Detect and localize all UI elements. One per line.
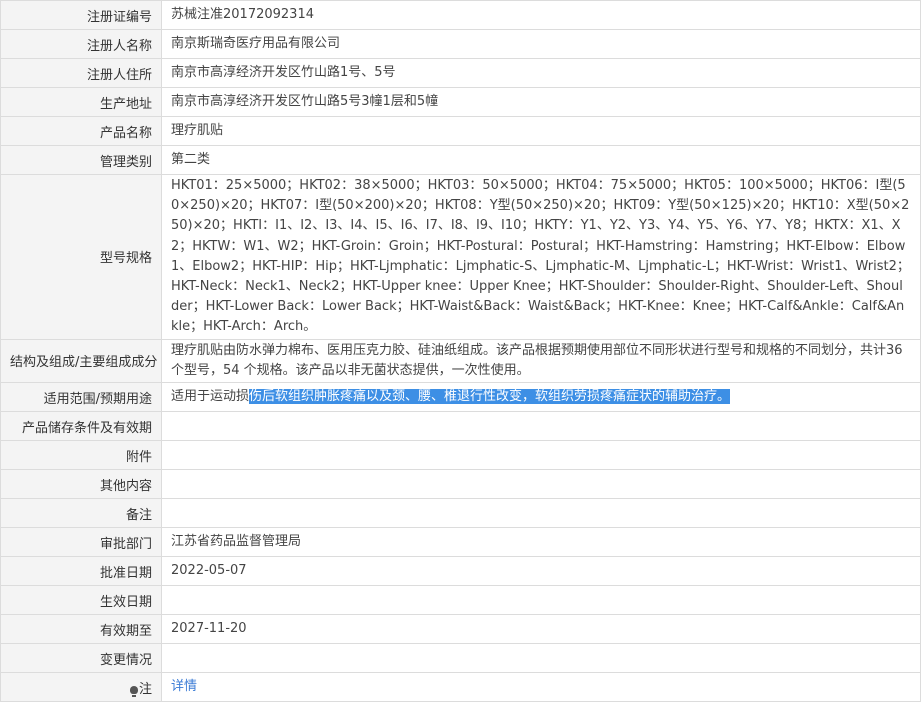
field-label: 附件 (0, 440, 162, 471)
row-other-content: 其他内容 (0, 469, 921, 500)
lightbulb-icon (129, 685, 138, 697)
row-intended-use: 适用范围/预期用途 适用于运动损伤后软组织肿胀疼痛以及颈、腰、椎退行性改变，软组… (0, 382, 921, 413)
field-value: 2027-11-20 (161, 614, 921, 645)
field-value: 南京市高淳经济开发区竹山路5号3幢1层和5幢 (161, 87, 921, 117)
field-value: 苏械注准20172092314 (161, 0, 921, 30)
row-valid-until: 有效期至 2027-11-20 (0, 614, 921, 645)
row-approval-date: 批准日期 2022-05-07 (0, 556, 921, 587)
field-value (161, 585, 921, 616)
note-label: 注 (138, 681, 152, 697)
field-label: 管理类别 (0, 145, 162, 175)
row-approval-department: 审批部门 江苏省药品监督管理局 (0, 527, 921, 558)
field-value (161, 469, 921, 500)
field-label: 生效日期 (0, 585, 162, 616)
field-value: 南京斯瑞奇医疗用品有限公司 (161, 29, 921, 59)
field-value (161, 440, 921, 471)
row-registrant-address: 注册人住所 南京市高淳经济开发区竹山路1号、5号 (0, 58, 921, 88)
field-label: 审批部门 (0, 527, 162, 558)
row-production-address: 生产地址 南京市高淳经济开发区竹山路5号3幢1层和5幢 (0, 87, 921, 117)
selected-text[interactable]: 伤后软组织肿胀疼痛以及颈、腰、椎退行性改变，软组织劳损疼痛症状的辅助治疗。 (249, 388, 731, 404)
value-text: 适用于运动损 (171, 388, 250, 404)
field-label: 注册证编号 (0, 0, 162, 30)
row-product-name: 产品名称 理疗肌贴 (0, 116, 921, 146)
row-change-history: 变更情况 (0, 643, 921, 674)
field-value: 理疗肌贴由防水弹力棉布、医用压克力胶、硅油纸组成。该产品根据预期使用部位不同形状… (161, 338, 921, 384)
field-label: 适用范围/预期用途 (0, 382, 162, 413)
field-value (161, 498, 921, 529)
field-value: 江苏省药品监督管理局 (161, 527, 921, 558)
field-value: 第二类 (161, 145, 921, 175)
field-label: 注 (0, 672, 162, 702)
field-label: 产品名称 (0, 116, 162, 146)
row-storage-conditions: 产品储存条件及有效期 (0, 411, 921, 442)
field-label: 有效期至 (0, 614, 162, 645)
row-attachments: 附件 (0, 440, 921, 471)
row-note: 注 详情 (0, 672, 921, 702)
field-label: 变更情况 (0, 643, 162, 674)
field-label: 生产地址 (0, 87, 162, 117)
field-value[interactable]: 适用于运动损伤后软组织肿胀疼痛以及颈、腰、椎退行性改变，软组织劳损疼痛症状的辅助… (161, 382, 921, 413)
field-label: 注册人名称 (0, 29, 162, 59)
field-value: 2022-05-07 (161, 556, 921, 587)
field-value: 南京市高淳经济开发区竹山路1号、5号 (161, 58, 921, 88)
row-registrant-name: 注册人名称 南京斯瑞奇医疗用品有限公司 (0, 29, 921, 59)
field-label: 其他内容 (0, 469, 162, 500)
field-label: 结构及组成/主要组成成分 (0, 338, 162, 384)
field-label: 注册人住所 (0, 58, 162, 88)
row-management-class: 管理类别 第二类 (0, 145, 921, 175)
field-value: HKT01：25×5000；HKT02：38×5000；HKT03：50×500… (161, 174, 921, 340)
field-value: 理疗肌贴 (161, 116, 921, 146)
row-remarks: 备注 (0, 498, 921, 529)
registration-detail-table: 注册证编号 苏械注准20172092314 注册人名称 南京斯瑞奇医疗用品有限公… (0, 0, 921, 702)
field-value (161, 643, 921, 674)
row-composition: 结构及组成/主要组成成分 理疗肌贴由防水弹力棉布、医用压克力胶、硅油纸组成。该产… (0, 338, 921, 384)
field-value (161, 411, 921, 442)
row-registration-number: 注册证编号 苏械注准20172092314 (0, 0, 921, 30)
details-link[interactable]: 详情 (171, 679, 197, 694)
field-label: 备注 (0, 498, 162, 529)
row-effective-date: 生效日期 (0, 585, 921, 616)
row-model-specification: 型号规格 HKT01：25×5000；HKT02：38×5000；HKT03：5… (0, 174, 921, 340)
field-label: 产品储存条件及有效期 (0, 411, 162, 442)
field-label: 批准日期 (0, 556, 162, 587)
field-value: 详情 (161, 672, 921, 702)
field-label: 型号规格 (0, 174, 162, 340)
